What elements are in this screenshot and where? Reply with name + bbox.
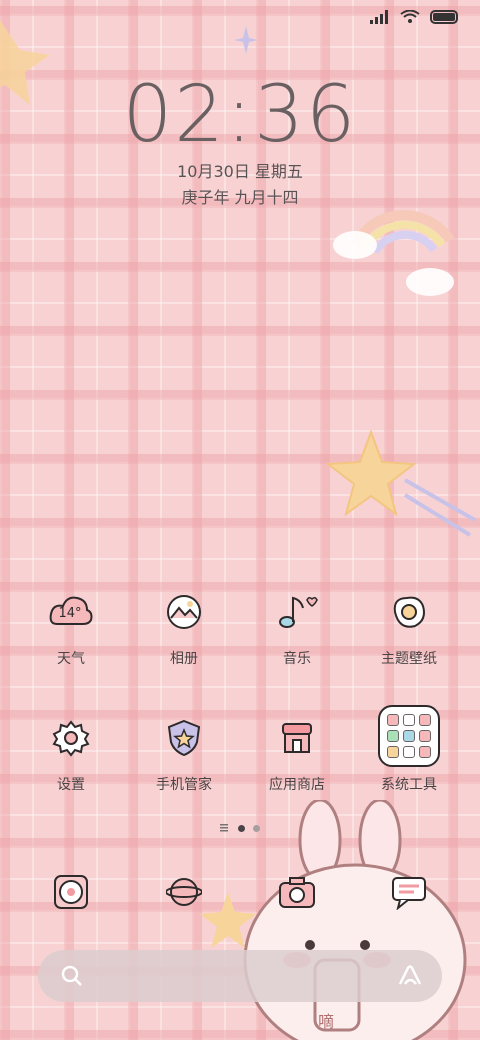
search-bar[interactable] [38,950,442,1002]
store-icon [275,716,319,760]
app-settings[interactable]: 设置 [16,716,126,794]
assistant-icon[interactable] [396,962,424,990]
app-store[interactable]: 应用商店 [242,716,352,794]
phone-dial-icon [49,870,93,914]
battery-icon [430,10,458,24]
music-note-icon [275,590,319,634]
app-label: 主题壁纸 [381,651,437,667]
planet-browser-icon [162,870,206,914]
app-label: 天气 [57,651,85,667]
signal-icon [370,10,388,24]
page-dot[interactable] [253,824,260,832]
clock-time: 02:36 [122,70,358,160]
speed-lines-decoration [403,478,476,537]
gallery-icon [162,590,206,634]
dock-browser[interactable] [129,870,239,914]
bunny-mascot [243,800,467,1040]
app-system-tools-folder[interactable]: 系统工具 [354,704,464,794]
app-label: 系统工具 [381,777,437,793]
app-music[interactable]: 音乐 [242,590,352,668]
pager-lines-icon [220,824,228,832]
shield-star-icon [162,716,206,760]
page-dot-active[interactable] [238,824,245,832]
wifi-icon [400,10,420,23]
app-label: 音乐 [283,651,311,667]
dock-phone[interactable] [16,870,126,914]
weather-temp-badge: 14° [58,606,81,621]
app-gallery[interactable]: 相册 [129,590,239,668]
sparkle-decoration [234,26,258,54]
egg-theme-icon [387,590,431,634]
dock-camera[interactable] [242,870,352,914]
search-icon [61,965,82,986]
page-indicator[interactable] [0,824,480,832]
app-label: 应用商店 [269,777,325,793]
weather-cloud-icon: 14° [49,590,93,634]
bunny-bottle-tag: 嘀 [318,1012,335,1031]
status-bar [370,10,460,24]
app-phone-manager[interactable]: 手机管家 [129,716,239,794]
app-label: 设置 [57,777,85,793]
gear-icon [49,716,93,760]
app-theme-wallpaper[interactable]: 主题壁纸 [354,590,464,668]
message-bubble-icon [387,870,431,914]
app-label: 手机管家 [156,777,212,793]
app-label: 相册 [170,651,198,667]
app-weather[interactable]: 14° 天气 [16,590,126,668]
folder-icon [377,704,441,768]
lunar-date-text: 庚子年 九月十四 [181,188,299,207]
date-text: 10月30日 星期五 [177,162,303,181]
dock-messages[interactable] [354,870,464,914]
camera-icon [275,870,319,914]
